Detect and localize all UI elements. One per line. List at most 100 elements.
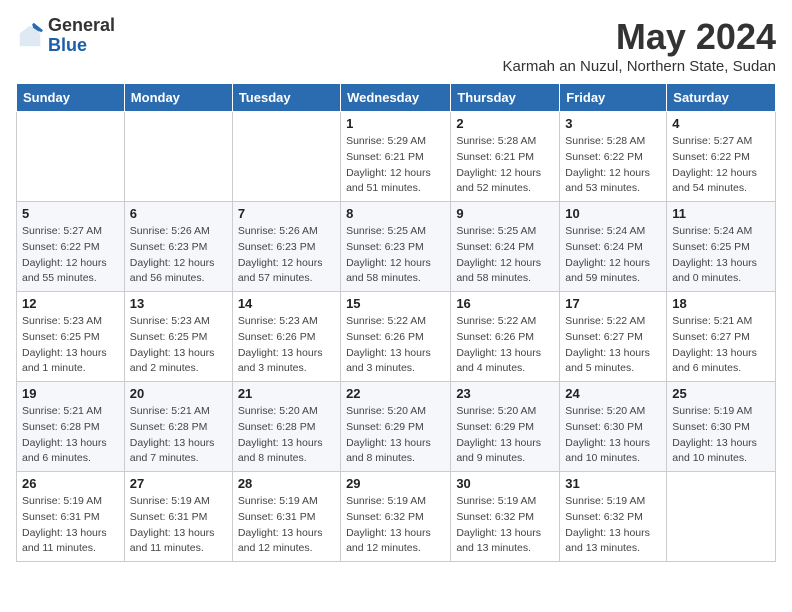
- calendar-cell: 14 Sunrise: 5:23 AM Sunset: 6:26 PM Dayli…: [232, 292, 340, 382]
- calendar-cell: 26 Sunrise: 5:19 AM Sunset: 6:31 PM Dayli…: [17, 472, 125, 562]
- day-number: 16: [456, 296, 554, 311]
- calendar-cell: 9 Sunrise: 5:25 AM Sunset: 6:24 PM Daylig…: [451, 202, 560, 292]
- day-info: Sunrise: 5:23 AM Sunset: 6:25 PM Dayligh…: [22, 314, 119, 377]
- calendar-cell: 20Sunrise: 5:21 AM Sunset: 6:28 PM Dayli…: [124, 382, 232, 472]
- day-info: Sunrise: 5:19 AM Sunset: 6:30 PM Dayligh…: [672, 404, 770, 467]
- day-of-week-header: Tuesday: [232, 84, 340, 112]
- calendar-cell: [124, 112, 232, 202]
- day-number: 12: [22, 296, 119, 311]
- day-number: 11: [672, 206, 770, 221]
- day-info: Sunrise: 5:27 AM Sunset: 6:22 PM Dayligh…: [22, 224, 119, 287]
- day-info: Sunrise: 5:24 AM Sunset: 6:25 PM Dayligh…: [672, 224, 770, 287]
- logo-icon: [16, 22, 44, 50]
- calendar-cell: 12 Sunrise: 5:23 AM Sunset: 6:25 PM Dayli…: [17, 292, 125, 382]
- day-number: 7: [238, 206, 335, 221]
- day-number: 29: [346, 476, 445, 491]
- day-info: Sunrise: 5:19 AM Sunset: 6:32 PM Dayligh…: [346, 494, 445, 557]
- day-of-week-header: Sunday: [17, 84, 125, 112]
- calendar-week-row: 1 Sunrise: 5:29 AM Sunset: 6:21 PM Daylig…: [17, 112, 776, 202]
- day-info: Sunrise: 5:20 AM Sunset: 6:29 PM Dayligh…: [456, 404, 554, 467]
- day-info: Sunrise: 5:24 AM Sunset: 6:24 PM Dayligh…: [565, 224, 661, 287]
- calendar-cell: 4 Sunrise: 5:27 AM Sunset: 6:22 PM Daylig…: [667, 112, 776, 202]
- calendar-cell: [17, 112, 125, 202]
- day-number: 17: [565, 296, 661, 311]
- day-info: Sunrise: 5:21 AM Sunset: 6:28 PM Dayligh…: [130, 404, 227, 467]
- day-number: 1: [346, 116, 445, 131]
- day-number: 4: [672, 116, 770, 131]
- day-info: Sunrise: 5:26 AM Sunset: 6:23 PM Dayligh…: [238, 224, 335, 287]
- calendar-cell: 27Sunrise: 5:19 AM Sunset: 6:31 PM Dayli…: [124, 472, 232, 562]
- day-info: Sunrise: 5:20 AM Sunset: 6:28 PM Dayligh…: [238, 404, 335, 467]
- calendar-cell: 2Sunrise: 5:28 AM Sunset: 6:21 PM Daylig…: [451, 112, 560, 202]
- day-number: 31: [565, 476, 661, 491]
- day-of-week-header: Saturday: [667, 84, 776, 112]
- day-number: 14: [238, 296, 335, 311]
- calendar-cell: 15 Sunrise: 5:22 AM Sunset: 6:26 PM Dayli…: [341, 292, 451, 382]
- day-number: 25: [672, 386, 770, 401]
- day-number: 26: [22, 476, 119, 491]
- day-number: 13: [130, 296, 227, 311]
- day-info: Sunrise: 5:21 AM Sunset: 6:27 PM Dayligh…: [672, 314, 770, 377]
- day-number: 15: [346, 296, 445, 311]
- day-of-week-header: Friday: [560, 84, 667, 112]
- day-number: 9: [456, 206, 554, 221]
- day-info: Sunrise: 5:22 AM Sunset: 6:27 PM Dayligh…: [565, 314, 661, 377]
- day-number: 8: [346, 206, 445, 221]
- day-number: 22: [346, 386, 445, 401]
- calendar-week-row: 12 Sunrise: 5:23 AM Sunset: 6:25 PM Dayli…: [17, 292, 776, 382]
- day-of-week-header: Wednesday: [341, 84, 451, 112]
- day-info: Sunrise: 5:20 AM Sunset: 6:29 PM Dayligh…: [346, 404, 445, 467]
- calendar-cell: 11 Sunrise: 5:24 AM Sunset: 6:25 PM Dayli…: [667, 202, 776, 292]
- day-info: Sunrise: 5:28 AM Sunset: 6:22 PM Dayligh…: [565, 134, 661, 197]
- day-info: Sunrise: 5:19 AM Sunset: 6:31 PM Dayligh…: [238, 494, 335, 557]
- day-info: Sunrise: 5:23 AM Sunset: 6:25 PM Dayligh…: [130, 314, 227, 377]
- day-info: Sunrise: 5:29 AM Sunset: 6:21 PM Dayligh…: [346, 134, 445, 197]
- page-header: General Blue May 2024 Karmah an Nuzul, N…: [16, 16, 776, 75]
- calendar-cell: 23Sunrise: 5:20 AM Sunset: 6:29 PM Dayli…: [451, 382, 560, 472]
- calendar-cell: 10Sunrise: 5:24 AM Sunset: 6:24 PM Dayli…: [560, 202, 667, 292]
- calendar-cell: 6Sunrise: 5:26 AM Sunset: 6:23 PM Daylig…: [124, 202, 232, 292]
- title-block: May 2024 Karmah an Nuzul, Northern State…: [503, 16, 777, 75]
- day-number: 30: [456, 476, 554, 491]
- calendar-cell: 30 Sunrise: 5:19 AM Sunset: 6:32 PM Dayli…: [451, 472, 560, 562]
- calendar-cell: 22 Sunrise: 5:20 AM Sunset: 6:29 PM Dayli…: [341, 382, 451, 472]
- day-number: 19: [22, 386, 119, 401]
- day-info: Sunrise: 5:19 AM Sunset: 6:32 PM Dayligh…: [456, 494, 554, 557]
- calendar-week-row: 26 Sunrise: 5:19 AM Sunset: 6:31 PM Dayli…: [17, 472, 776, 562]
- day-info: Sunrise: 5:19 AM Sunset: 6:31 PM Dayligh…: [22, 494, 119, 557]
- calendar-cell: 18 Sunrise: 5:21 AM Sunset: 6:27 PM Dayli…: [667, 292, 776, 382]
- day-number: 28: [238, 476, 335, 491]
- calendar-cell: 28 Sunrise: 5:19 AM Sunset: 6:31 PM Dayli…: [232, 472, 340, 562]
- day-number: 18: [672, 296, 770, 311]
- calendar-week-row: 19 Sunrise: 5:21 AM Sunset: 6:28 PM Dayli…: [17, 382, 776, 472]
- day-info: Sunrise: 5:28 AM Sunset: 6:21 PM Dayligh…: [456, 134, 554, 197]
- day-info: Sunrise: 5:19 AM Sunset: 6:31 PM Dayligh…: [130, 494, 227, 557]
- calendar-cell: 25 Sunrise: 5:19 AM Sunset: 6:30 PM Dayli…: [667, 382, 776, 472]
- calendar-cell: 21Sunrise: 5:20 AM Sunset: 6:28 PM Dayli…: [232, 382, 340, 472]
- day-info: Sunrise: 5:22 AM Sunset: 6:26 PM Dayligh…: [346, 314, 445, 377]
- calendar-week-row: 5 Sunrise: 5:27 AM Sunset: 6:22 PM Daylig…: [17, 202, 776, 292]
- day-info: Sunrise: 5:23 AM Sunset: 6:26 PM Dayligh…: [238, 314, 335, 377]
- calendar-cell: 5 Sunrise: 5:27 AM Sunset: 6:22 PM Daylig…: [17, 202, 125, 292]
- day-of-week-header: Thursday: [451, 84, 560, 112]
- day-info: Sunrise: 5:21 AM Sunset: 6:28 PM Dayligh…: [22, 404, 119, 467]
- subtitle: Karmah an Nuzul, Northern State, Sudan: [503, 58, 777, 75]
- day-of-week-header: Monday: [124, 84, 232, 112]
- calendar-cell: 31Sunrise: 5:19 AM Sunset: 6:32 PM Dayli…: [560, 472, 667, 562]
- calendar-cell: [667, 472, 776, 562]
- calendar-table: SundayMondayTuesdayWednesdayThursdayFrid…: [16, 83, 776, 562]
- day-info: Sunrise: 5:25 AM Sunset: 6:24 PM Dayligh…: [456, 224, 554, 287]
- calendar-cell: 19 Sunrise: 5:21 AM Sunset: 6:28 PM Dayli…: [17, 382, 125, 472]
- logo-text: General Blue: [48, 16, 115, 56]
- day-number: 5: [22, 206, 119, 221]
- day-number: 3: [565, 116, 661, 131]
- calendar-cell: 24Sunrise: 5:20 AM Sunset: 6:30 PM Dayli…: [560, 382, 667, 472]
- day-info: Sunrise: 5:25 AM Sunset: 6:23 PM Dayligh…: [346, 224, 445, 287]
- calendar-cell: 17 Sunrise: 5:22 AM Sunset: 6:27 PM Dayli…: [560, 292, 667, 382]
- calendar-cell: [232, 112, 340, 202]
- calendar-cell: 7 Sunrise: 5:26 AM Sunset: 6:23 PM Daylig…: [232, 202, 340, 292]
- day-number: 24: [565, 386, 661, 401]
- calendar-cell: 1 Sunrise: 5:29 AM Sunset: 6:21 PM Daylig…: [341, 112, 451, 202]
- day-info: Sunrise: 5:27 AM Sunset: 6:22 PM Dayligh…: [672, 134, 770, 197]
- day-info: Sunrise: 5:26 AM Sunset: 6:23 PM Dayligh…: [130, 224, 227, 287]
